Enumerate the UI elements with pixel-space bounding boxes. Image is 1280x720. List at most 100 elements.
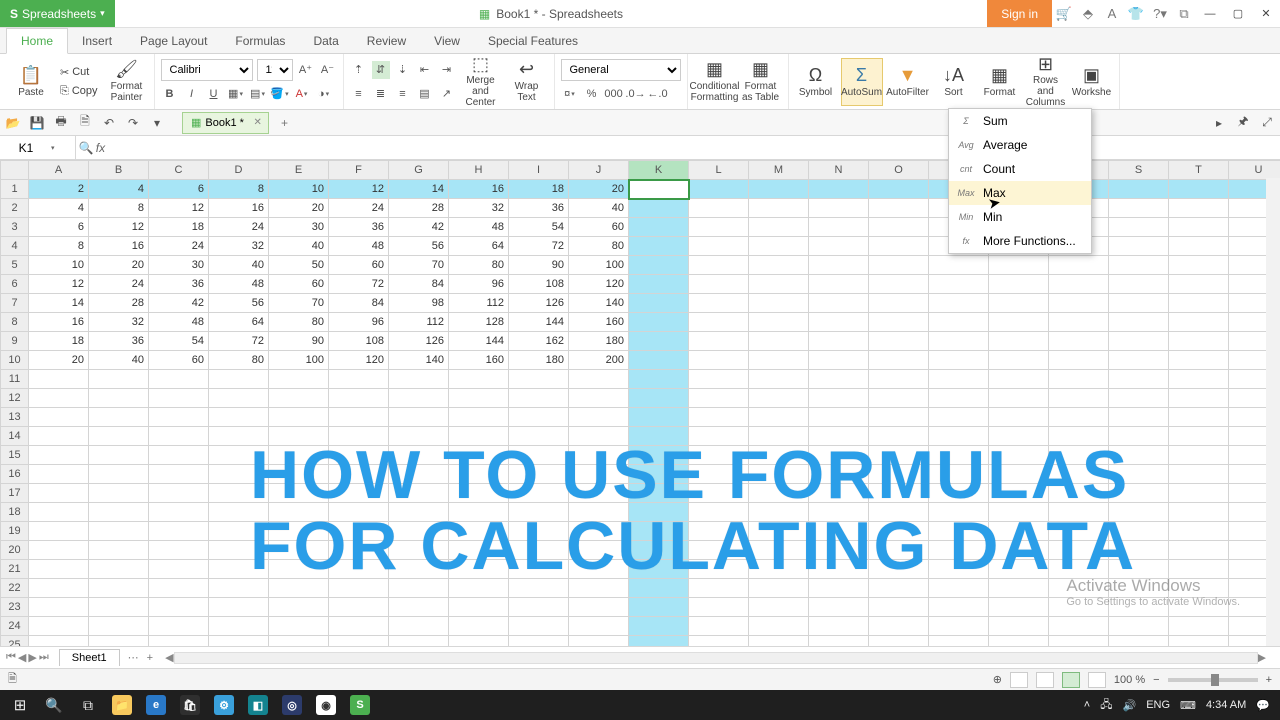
cell-C7[interactable]: 42 xyxy=(149,294,209,313)
cell-D25[interactable] xyxy=(209,636,269,647)
cell-H3[interactable]: 48 xyxy=(449,218,509,237)
chevron-down-icon[interactable]: ▾ xyxy=(51,144,55,152)
cell-C6[interactable]: 36 xyxy=(149,275,209,294)
row-header-16[interactable]: 16 xyxy=(1,465,29,484)
cell-T2[interactable] xyxy=(1169,199,1229,218)
autosum-button[interactable]: ΣAutoSum xyxy=(841,58,883,106)
cell-D8[interactable]: 64 xyxy=(209,313,269,332)
cell-P13[interactable] xyxy=(929,408,989,427)
more-icon[interactable]: ▾ xyxy=(148,114,166,132)
cell-A2[interactable]: 4 xyxy=(29,199,89,218)
cell-O5[interactable] xyxy=(869,256,929,275)
font-size-select[interactable]: 11 xyxy=(257,59,293,81)
cell-C16[interactable] xyxy=(149,465,209,484)
decrease-decimal-icon[interactable]: ←.0 xyxy=(649,85,667,103)
cell-D1[interactable]: 8 xyxy=(209,180,269,199)
col-header-E[interactable]: E xyxy=(269,161,329,180)
cell-T19[interactable] xyxy=(1169,522,1229,541)
cell-H10[interactable]: 160 xyxy=(449,351,509,370)
cell-F24[interactable] xyxy=(329,617,389,636)
cell-G24[interactable] xyxy=(389,617,449,636)
cell-B21[interactable] xyxy=(89,560,149,579)
chrome-button[interactable]: ◉ xyxy=(310,690,342,720)
cell-F2[interactable]: 24 xyxy=(329,199,389,218)
cell-T17[interactable] xyxy=(1169,484,1229,503)
cell-C23[interactable] xyxy=(149,598,209,617)
cell-P7[interactable] xyxy=(929,294,989,313)
cell-P23[interactable] xyxy=(929,598,989,617)
cell-I12[interactable] xyxy=(509,389,569,408)
cell-T18[interactable] xyxy=(1169,503,1229,522)
cell-C10[interactable]: 60 xyxy=(149,351,209,370)
keyboard-icon[interactable]: ⌨ xyxy=(1180,699,1196,712)
cell-M7[interactable] xyxy=(749,294,809,313)
cell-L7[interactable] xyxy=(689,294,749,313)
cell-N13[interactable] xyxy=(809,408,869,427)
cell-E24[interactable] xyxy=(269,617,329,636)
fx-icon[interactable]: fx xyxy=(96,141,105,155)
menu-sum[interactable]: ΣSum xyxy=(949,109,1091,133)
save-icon[interactable]: 💾 xyxy=(28,114,46,132)
open-icon[interactable]: 📂 xyxy=(4,114,22,132)
cell-B3[interactable]: 12 xyxy=(89,218,149,237)
row-header-11[interactable]: 11 xyxy=(1,370,29,389)
bold-button[interactable]: B xyxy=(161,85,179,103)
name-box-input[interactable] xyxy=(6,141,46,155)
cell-B17[interactable] xyxy=(89,484,149,503)
cell-K11[interactable] xyxy=(629,370,689,389)
cell-H23[interactable] xyxy=(449,598,509,617)
cell-O3[interactable] xyxy=(869,218,929,237)
cell-K24[interactable] xyxy=(629,617,689,636)
cell-C24[interactable] xyxy=(149,617,209,636)
cell-T25[interactable] xyxy=(1169,636,1229,647)
cell-D2[interactable]: 16 xyxy=(209,199,269,218)
zoom-out-button[interactable]: − xyxy=(1153,674,1159,686)
cell-C9[interactable]: 54 xyxy=(149,332,209,351)
cell-S7[interactable] xyxy=(1109,294,1169,313)
cell-K23[interactable] xyxy=(629,598,689,617)
cell-M5[interactable] xyxy=(749,256,809,275)
tray-up-icon[interactable]: ˄ xyxy=(1084,699,1090,711)
cell-E13[interactable] xyxy=(269,408,329,427)
cell-S11[interactable] xyxy=(1109,370,1169,389)
row-header-22[interactable]: 22 xyxy=(1,579,29,598)
horizontal-scrollbar[interactable]: ◀▶ xyxy=(157,651,1274,664)
cell-N11[interactable] xyxy=(809,370,869,389)
tab-formulas[interactable]: Formulas xyxy=(221,29,299,53)
cell-P25[interactable] xyxy=(929,636,989,647)
cell-Q12[interactable] xyxy=(989,389,1049,408)
cell-D24[interactable] xyxy=(209,617,269,636)
cell-A7[interactable]: 14 xyxy=(29,294,89,313)
cell-N5[interactable] xyxy=(809,256,869,275)
add-sheet-button[interactable]: + xyxy=(147,652,153,664)
cell-O4[interactable] xyxy=(869,237,929,256)
cell-J4[interactable]: 80 xyxy=(569,237,629,256)
cell-H6[interactable]: 96 xyxy=(449,275,509,294)
cell-E12[interactable] xyxy=(269,389,329,408)
language-indicator[interactable]: ENG xyxy=(1146,699,1170,711)
notifications-icon[interactable]: 💬 xyxy=(1256,699,1270,712)
cell-F10[interactable]: 120 xyxy=(329,351,389,370)
col-header-S[interactable]: S xyxy=(1109,161,1169,180)
cell-A13[interactable] xyxy=(29,408,89,427)
app2-button[interactable]: ◎ xyxy=(276,690,308,720)
view-page-button[interactable] xyxy=(1036,672,1054,688)
cell-I9[interactable]: 162 xyxy=(509,332,569,351)
menu-max[interactable]: MaxMax xyxy=(949,181,1091,205)
cell-A16[interactable] xyxy=(29,465,89,484)
cell-B16[interactable] xyxy=(89,465,149,484)
cell-K10[interactable] xyxy=(629,351,689,370)
view-custom-button[interactable] xyxy=(1088,672,1106,688)
cell-D10[interactable]: 80 xyxy=(209,351,269,370)
cell-K25[interactable] xyxy=(629,636,689,647)
cell-P6[interactable] xyxy=(929,275,989,294)
paste-button[interactable]: 📋Paste xyxy=(10,58,52,106)
cell-D13[interactable] xyxy=(209,408,269,427)
cell-style-button[interactable]: ▤▾ xyxy=(249,85,267,103)
cell-I7[interactable]: 126 xyxy=(509,294,569,313)
cell-M23[interactable] xyxy=(749,598,809,617)
cell-N8[interactable] xyxy=(809,313,869,332)
font-icon[interactable]: A xyxy=(1100,0,1124,28)
cell-G5[interactable]: 70 xyxy=(389,256,449,275)
reading-layout-icon[interactable]: ⊕ xyxy=(993,673,1002,686)
